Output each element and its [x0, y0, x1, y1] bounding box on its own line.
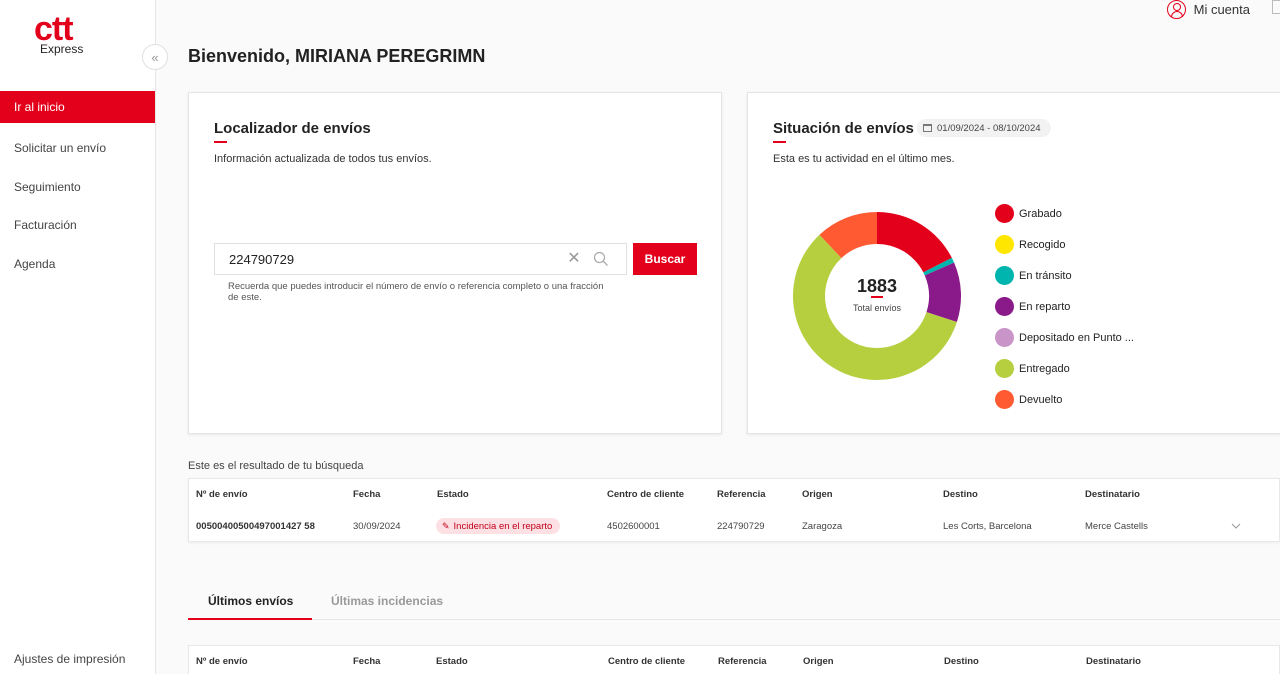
active-tab-indicator — [188, 618, 312, 620]
account-label: Mi cuenta — [1193, 1, 1250, 17]
legend-label: En tránsito — [1019, 269, 1072, 282]
legend-swatch — [995, 204, 1014, 223]
tab-ultimos-envios[interactable]: Últimos envíos — [208, 594, 293, 608]
legend-swatch — [995, 390, 1014, 409]
col-header-destino[interactable]: Destino — [943, 489, 978, 500]
logout-icon[interactable] — [1272, 0, 1280, 14]
col-header-centro[interactable]: Centro de cliente — [608, 656, 685, 667]
col-header-destinatario[interactable]: Destinatario — [1085, 489, 1140, 500]
col-header-centro[interactable]: Centro de cliente — [607, 489, 684, 500]
status-subtitle: Esta es tu actividad en el último mes. — [773, 153, 955, 165]
sidebar-item-ajustes-impresion[interactable]: Ajustes de impresión — [14, 652, 125, 666]
locator-card: Localizador de envíos Información actual… — [188, 92, 722, 434]
legend-item[interactable]: Recogido — [995, 229, 1134, 260]
total-shipments-value: 1883 — [857, 276, 897, 296]
legend-item[interactable]: Devuelto — [995, 384, 1134, 415]
clear-icon[interactable]: ✕ — [567, 251, 581, 267]
col-header-envio[interactable]: Nº de envío — [196, 656, 248, 667]
legend-label: En reparto — [1019, 300, 1071, 313]
result-title: Este es el resultado de tu búsqueda — [188, 460, 364, 472]
legend-swatch — [995, 297, 1014, 316]
cell-referencia: 224790729 — [717, 521, 765, 532]
legend-item[interactable]: Grabado — [995, 198, 1134, 229]
donut-slice-0[interactable] — [877, 212, 952, 273]
col-header-referencia[interactable]: Referencia — [717, 489, 766, 500]
legend-label: Recogido — [1019, 238, 1066, 251]
col-header-origen[interactable]: Origen — [802, 489, 833, 500]
logo-sub-text: Express — [40, 42, 84, 56]
sidebar-item-seguimiento[interactable]: Seguimiento — [0, 168, 155, 207]
search-input[interactable] — [215, 244, 555, 274]
sidebar: ctt Express Ir al inicio Solicitar un en… — [0, 0, 156, 674]
double-chevron-left-icon: « — [151, 49, 159, 65]
ctt-express-logo[interactable]: ctt Express — [34, 10, 94, 56]
sidebar-item-agenda[interactable]: Agenda — [0, 245, 155, 284]
legend-swatch — [995, 359, 1014, 378]
sidebar-item-inicio[interactable]: Ir al inicio — [0, 91, 155, 123]
user-icon — [1166, 0, 1186, 19]
legend-item[interactable]: En reparto — [995, 291, 1134, 322]
cell-origen: Zaragoza — [802, 521, 843, 532]
cell-destino: Les Corts, Barcelona — [943, 521, 1032, 532]
col-header-fecha[interactable]: Fecha — [353, 489, 380, 500]
recent-shipments-table: Nº de envío Fecha Estado Centro de clien… — [188, 645, 1280, 674]
total-shipments-label: Total envíos — [853, 303, 902, 313]
col-header-fecha[interactable]: Fecha — [353, 656, 380, 667]
legend-swatch — [995, 266, 1014, 285]
col-header-referencia[interactable]: Referencia — [718, 656, 767, 667]
shipments-tabs: Últimos envíos Últimas incidencias — [188, 590, 1280, 620]
calendar-icon — [923, 124, 932, 132]
chevron-down-icon[interactable] — [1231, 521, 1241, 531]
search-box: ✕ — [214, 243, 627, 275]
col-header-destinatario[interactable]: Destinatario — [1086, 656, 1141, 667]
legend-item[interactable]: Entregado — [995, 353, 1134, 384]
status-badge: ✎ Incidencia en el reparto — [436, 518, 561, 534]
col-header-estado[interactable]: Estado — [437, 489, 469, 500]
cell-fecha: 30/09/2024 — [353, 521, 401, 532]
legend-swatch — [995, 328, 1014, 347]
legend-label: Devuelto — [1019, 393, 1063, 406]
shipment-status-card: Situación de envíos 01/09/2024 - 08/10/2… — [747, 92, 1280, 434]
legend-item[interactable]: En tránsito — [995, 260, 1134, 291]
pencil-icon: ✎ — [442, 520, 450, 531]
sidebar-nav: Ir al inicio Solicitar un envío Seguimie… — [0, 91, 155, 283]
cell-centro: 4502600001 — [607, 521, 660, 532]
search-hint: Recuerda que puedes introducir el número… — [228, 281, 604, 303]
legend-swatch — [995, 235, 1014, 254]
chart-legend: Grabado Recogido En tránsito En reparto Depo… — [995, 198, 1134, 415]
col-header-envio[interactable]: Nº de envío — [196, 489, 248, 500]
status-title: Situación de envíos — [773, 120, 914, 143]
status-donut-chart: 1883 Total envíos — [793, 212, 961, 380]
locator-subtitle: Información actualizada de todos tus env… — [214, 153, 432, 165]
legend-label: Grabado — [1019, 207, 1062, 220]
search-button[interactable]: Buscar — [633, 243, 697, 275]
total-underline — [871, 296, 883, 298]
page-title: Bienvenido, MIRIANA PEREGRIMN — [188, 46, 486, 66]
col-header-estado[interactable]: Estado — [436, 656, 468, 667]
search-icon[interactable] — [593, 251, 609, 267]
logo-main-text: ctt — [34, 10, 74, 48]
legend-label: Depositado en Punto ... — [1019, 331, 1134, 344]
locator-title: Localizador de envíos — [214, 120, 371, 143]
legend-label: Entregado — [1019, 362, 1070, 375]
date-range-label: 01/09/2024 - 08/10/2024 — [937, 122, 1041, 134]
status-badge-label: Incidencia en el reparto — [453, 520, 553, 532]
sidebar-item-facturacion[interactable]: Facturación — [0, 206, 155, 245]
account-menu[interactable]: Mi cuenta — [1166, 0, 1250, 20]
col-header-destino[interactable]: Destino — [944, 656, 979, 667]
collapse-sidebar-button[interactable]: « — [142, 44, 168, 70]
result-table: Nº de envío Fecha Estado Centro de clien… — [188, 478, 1280, 542]
date-range-chip[interactable]: 01/09/2024 - 08/10/2024 — [917, 119, 1051, 137]
cell-destinatario: Merce Castells — [1085, 521, 1148, 532]
col-header-origen[interactable]: Origen — [803, 656, 834, 667]
legend-item[interactable]: Depositado en Punto ... — [995, 322, 1134, 353]
sidebar-item-solicitar-envio[interactable]: Solicitar un envío — [0, 129, 155, 168]
tab-ultimas-incidencias[interactable]: Últimas incidencias — [331, 594, 443, 608]
cell-envio[interactable]: 00500400500497001427 58 — [196, 521, 315, 532]
